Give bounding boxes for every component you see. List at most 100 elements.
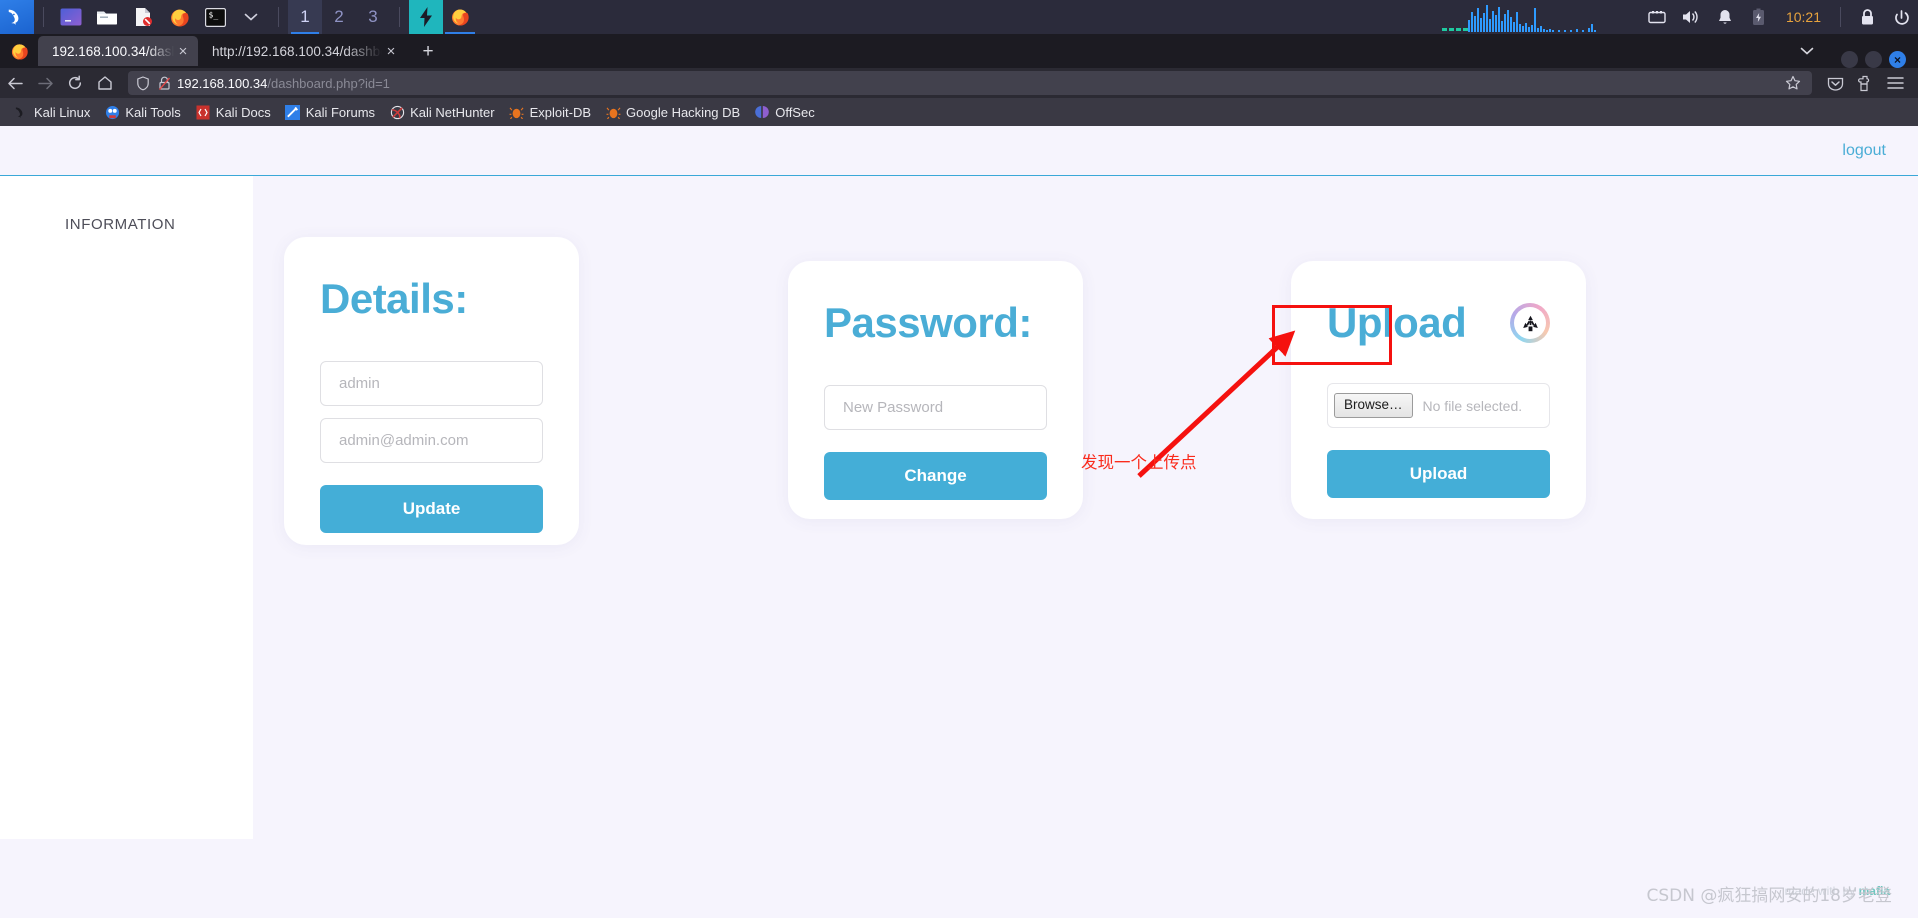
- nethunter-glyph: [390, 105, 404, 119]
- bookmark-kali-linux[interactable]: Kali Linux: [6, 102, 97, 122]
- browse-button[interactable]: Browse…: [1334, 393, 1413, 418]
- back-arrow-icon[interactable]: [0, 69, 30, 97]
- reload-icon[interactable]: [60, 69, 90, 97]
- hamburger-glyph: [1886, 77, 1904, 89]
- pocket-glyph: [1827, 77, 1843, 91]
- shield-icon[interactable]: [136, 75, 150, 91]
- browser-tab-2-close-icon[interactable]: ×: [382, 42, 400, 60]
- workspace-1[interactable]: 1: [288, 0, 322, 34]
- details-card: Details: admin admin@admin.com Update: [284, 237, 579, 545]
- new-password-input-placeholder: New Password: [843, 399, 944, 416]
- bookmark-kali-docs[interactable]: Kali Docs: [188, 102, 278, 122]
- browser-tab-2-label: http://192.168.100.34/dashbo: [212, 43, 382, 59]
- bell-glyph: [1718, 9, 1731, 24]
- shield-glyph: [137, 75, 149, 90]
- bookmark-star-icon[interactable]: [1782, 72, 1804, 94]
- svg-text:$_: $_: [208, 10, 218, 19]
- bookmark-offsec-label: OffSec: [775, 104, 815, 120]
- upload-card: Upload Browse… No file selected. Upload: [1291, 261, 1586, 519]
- update-button[interactable]: Update: [320, 485, 543, 533]
- cpu-graph-svg: [1441, 5, 1596, 32]
- window-close-button[interactable]: ×: [1889, 51, 1906, 68]
- window-maximize-button[interactable]: [1865, 51, 1882, 68]
- exploit-db-glyph: [509, 107, 524, 119]
- username-input[interactable]: admin: [320, 361, 543, 406]
- bookmark-google-hacking-db[interactable]: Google Hacking DB: [598, 102, 747, 122]
- window-controls: ×: [1834, 51, 1906, 68]
- email-input-placeholder: admin@admin.com: [339, 432, 469, 449]
- insecure-lock-icon[interactable]: [158, 76, 171, 91]
- firefox-icon[interactable]: [164, 2, 194, 32]
- google-hacking-db-icon-bm: [605, 104, 621, 120]
- text-editor-icon[interactable]: [128, 2, 158, 32]
- change-password-button[interactable]: Change: [824, 452, 1047, 500]
- new-password-input[interactable]: New Password: [824, 385, 1047, 430]
- address-bar[interactable]: 192.168.100.34/dashboard.php?id=1: [128, 71, 1812, 95]
- email-input[interactable]: admin@admin.com: [320, 418, 543, 463]
- notifications-bell-icon[interactable]: [1708, 0, 1742, 34]
- workspace-2[interactable]: 2: [322, 0, 356, 34]
- os-taskbar: $_ 1 2 3 10:21: [0, 0, 1918, 34]
- bookmark-kali-forums-label: Kali Forums: [305, 104, 376, 120]
- annotation-callout-text: 发现一个上传点: [1081, 453, 1197, 472]
- volume-icon[interactable]: [1674, 0, 1708, 34]
- upload-button[interactable]: Upload: [1327, 450, 1550, 498]
- window-minimize-button[interactable]: [1841, 51, 1858, 68]
- file-manager-icon[interactable]: [92, 2, 122, 32]
- app-chooser-chevron-icon[interactable]: [236, 2, 266, 32]
- document-glyph: [136, 8, 152, 26]
- kali-forums-glyph: [285, 104, 301, 120]
- details-card-title: Details:: [320, 275, 468, 322]
- taskbar-divider: [43, 7, 44, 27]
- username-input-placeholder: admin: [339, 375, 380, 392]
- taskbar-app-zap[interactable]: [409, 0, 443, 34]
- firefox-glyph: [170, 9, 189, 26]
- puzzle-glyph: [1857, 75, 1869, 91]
- taskbar-clock[interactable]: 10:21: [1776, 9, 1831, 25]
- nethunter-icon-bm: [389, 104, 405, 120]
- exploit-db-icon-bm: [509, 104, 525, 120]
- lock-icon[interactable]: [1850, 0, 1884, 34]
- network-glyph: [1648, 10, 1666, 23]
- browser-tab-2[interactable]: http://192.168.100.34/dashbo ×: [198, 36, 406, 66]
- extensions-icon[interactable]: [1850, 69, 1880, 97]
- no-file-selected-label: No file selected.: [1422, 397, 1523, 414]
- main-content: Details: admin admin@admin.com Update Pa…: [253, 176, 1918, 918]
- taskbar-divider-4: [1840, 7, 1841, 27]
- offsec-icon-bm: [754, 104, 770, 120]
- taskbar-divider-2: [278, 7, 279, 27]
- workspace-3[interactable]: 3: [356, 0, 390, 34]
- web-page-viewport: logout INFORMATION Details: admin admin@…: [0, 126, 1918, 918]
- bookmark-kali-forums[interactable]: Kali Forums: [278, 102, 382, 122]
- file-input-row[interactable]: Browse… No file selected.: [1327, 383, 1550, 428]
- kali-tools-icon-bm: [104, 104, 120, 120]
- firefox-taskbar-glyph: [452, 9, 469, 26]
- browser-tab-1-close-icon[interactable]: ×: [174, 42, 192, 60]
- home-glyph: [98, 76, 112, 90]
- power-glyph: [1894, 9, 1909, 25]
- kali-dragon-bm-glyph: [15, 107, 22, 118]
- taskbar-app-firefox[interactable]: [443, 0, 477, 34]
- kali-dragon-icon-bm: [13, 104, 29, 120]
- pocket-icon[interactable]: [1820, 69, 1850, 97]
- bookmark-kali-tools[interactable]: Kali Tools: [97, 102, 187, 122]
- kali-dragon-glyph: [8, 9, 19, 25]
- bookmark-offsec[interactable]: OffSec: [747, 102, 822, 122]
- logout-link[interactable]: logout: [1842, 142, 1886, 160]
- home-icon[interactable]: [90, 69, 120, 97]
- bookmark-kali-nethunter[interactable]: Kali NetHunter: [382, 102, 502, 122]
- logout-power-icon[interactable]: [1884, 0, 1918, 34]
- new-tab-button[interactable]: +: [414, 37, 442, 65]
- bookmark-exploit-db-label: Exploit-DB: [529, 104, 592, 120]
- battery-icon[interactable]: [1742, 0, 1776, 34]
- app-menu-icon[interactable]: [1880, 69, 1910, 97]
- kali-dragon-icon[interactable]: [0, 0, 34, 34]
- list-all-tabs-icon[interactable]: [1790, 34, 1824, 68]
- browser-tab-1[interactable]: 192.168.100.34/dashboard.ph ×: [38, 36, 198, 66]
- annotation-highlight-box: [1272, 305, 1392, 365]
- terminal-icon[interactable]: $_: [200, 2, 230, 32]
- bookmark-exploit-db[interactable]: Exploit-DB: [502, 102, 598, 122]
- terminal-emulator-icon[interactable]: [56, 2, 86, 32]
- network-icon[interactable]: [1640, 0, 1674, 34]
- forward-arrow-icon[interactable]: [30, 69, 60, 97]
